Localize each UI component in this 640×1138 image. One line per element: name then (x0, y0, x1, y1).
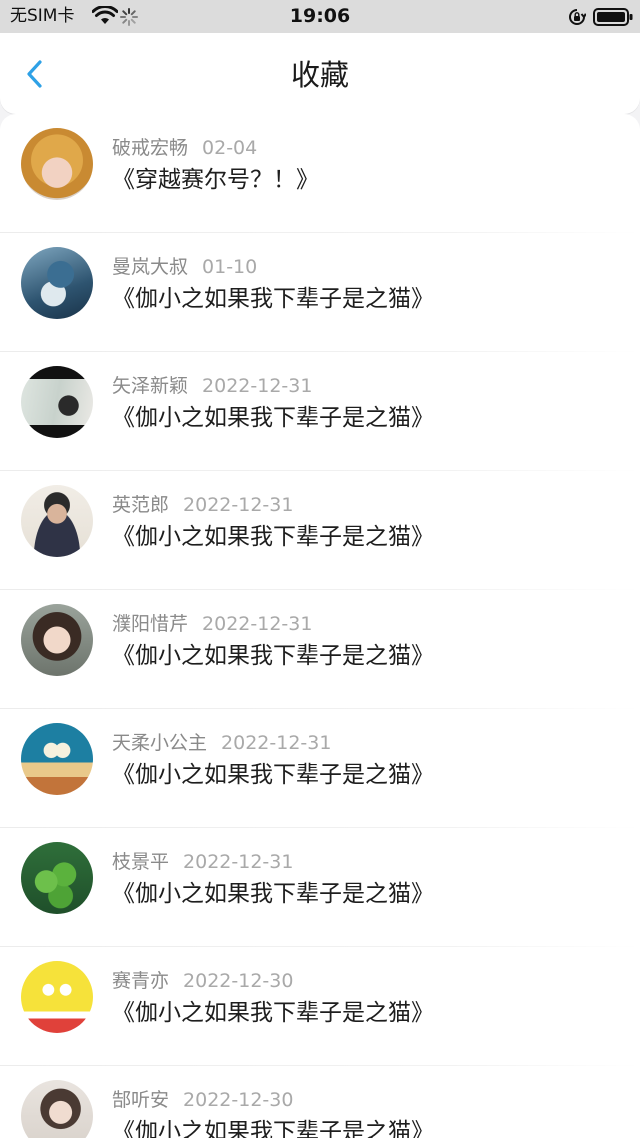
avatar (21, 961, 93, 1033)
avatar (21, 1080, 93, 1138)
author-name: 曼岚大叔 (112, 256, 189, 278)
favorite-item[interactable]: 郜听安 2022-12-30 《伽小之如果我下辈子是之猫》 (0, 1066, 640, 1138)
post-date: 2022-12-30 (183, 970, 294, 992)
post-title: 《伽小之如果我下辈子是之猫》 (112, 286, 434, 312)
favorite-item[interactable]: 英范郎 2022-12-31 《伽小之如果我下辈子是之猫》 (0, 471, 640, 590)
author-name: 矢泽新颖 (112, 375, 189, 397)
post-date: 2022-12-31 (183, 851, 294, 873)
avatar (21, 366, 93, 438)
avatar (21, 128, 93, 200)
avatar (21, 723, 93, 795)
avatar (21, 842, 93, 914)
item-meta: 郜听安 2022-12-30 (112, 1088, 293, 1112)
item-meta: 英范郎 2022-12-31 (112, 493, 293, 517)
post-date: 01-10 (202, 256, 258, 278)
nav-bar: 收藏 (0, 33, 640, 114)
post-title: 《穿越赛尔号？！》 (112, 167, 319, 193)
post-date: 2022-12-31 (183, 494, 294, 516)
item-meta: 矢泽新颖 2022-12-31 (112, 374, 312, 398)
post-date: 2022-12-31 (202, 375, 313, 397)
battery-icon (593, 8, 633, 30)
favorites-list: 破戒宏畅 02-04 《穿越赛尔号？！》 曼岚大叔 01-10 《伽小之如果我下辈子… (0, 114, 640, 1138)
author-name: 英范郎 (112, 494, 170, 516)
author-name: 破戒宏畅 (112, 137, 189, 159)
page-title: 收藏 (290, 58, 349, 92)
favorite-item[interactable]: 天柔小公主 2022-12-31 《伽小之如果我下辈子是之猫》 (0, 709, 640, 828)
post-date: 2022-12-30 (183, 1089, 294, 1111)
avatar (21, 485, 93, 557)
post-title: 《伽小之如果我下辈子是之猫》 (112, 405, 434, 431)
favorite-item[interactable]: 赛青亦 2022-12-30 《伽小之如果我下辈子是之猫》 (0, 947, 640, 1066)
item-meta: 赛青亦 2022-12-30 (112, 969, 293, 993)
post-title: 《伽小之如果我下辈子是之猫》 (112, 643, 434, 669)
item-meta: 破戒宏畅 02-04 (112, 136, 257, 160)
post-date: 2022-12-31 (202, 613, 313, 635)
status-bar: 无SIM卡 19:06 (0, 0, 640, 33)
author-name: 濮阳惜芹 (112, 613, 189, 635)
item-meta: 曼岚大叔 01-10 (112, 255, 257, 279)
favorite-item[interactable]: 濮阳惜芹 2022-12-31 《伽小之如果我下辈子是之猫》 (0, 590, 640, 709)
favorite-item[interactable]: 破戒宏畅 02-04 《穿越赛尔号？！》 (0, 114, 640, 233)
item-meta: 天柔小公主 2022-12-31 (112, 731, 331, 755)
item-meta: 枝景平 2022-12-31 (112, 850, 293, 874)
item-meta: 濮阳惜芹 2022-12-31 (112, 612, 312, 636)
avatar (21, 247, 93, 319)
avatar (21, 604, 93, 676)
post-title: 《伽小之如果我下辈子是之猫》 (112, 524, 434, 550)
orientation-lock-icon (568, 8, 587, 30)
post-date: 2022-12-31 (221, 732, 332, 754)
author-name: 天柔小公主 (112, 732, 208, 754)
status-time: 19:06 (289, 5, 351, 27)
author-name: 赛青亦 (112, 970, 170, 992)
favorite-item[interactable]: 矢泽新颖 2022-12-31 《伽小之如果我下辈子是之猫》 (0, 352, 640, 471)
favorite-item[interactable]: 曼岚大叔 01-10 《伽小之如果我下辈子是之猫》 (0, 233, 640, 352)
post-title: 《伽小之如果我下辈子是之猫》 (112, 881, 434, 907)
post-date: 02-04 (202, 137, 258, 159)
author-name: 枝景平 (112, 851, 170, 873)
post-title: 《伽小之如果我下辈子是之猫》 (112, 1119, 434, 1138)
post-title: 《伽小之如果我下辈子是之猫》 (112, 1000, 434, 1026)
author-name: 郜听安 (112, 1089, 170, 1111)
favorite-item[interactable]: 枝景平 2022-12-31 《伽小之如果我下辈子是之猫》 (0, 828, 640, 947)
post-title: 《伽小之如果我下辈子是之猫》 (112, 762, 434, 788)
